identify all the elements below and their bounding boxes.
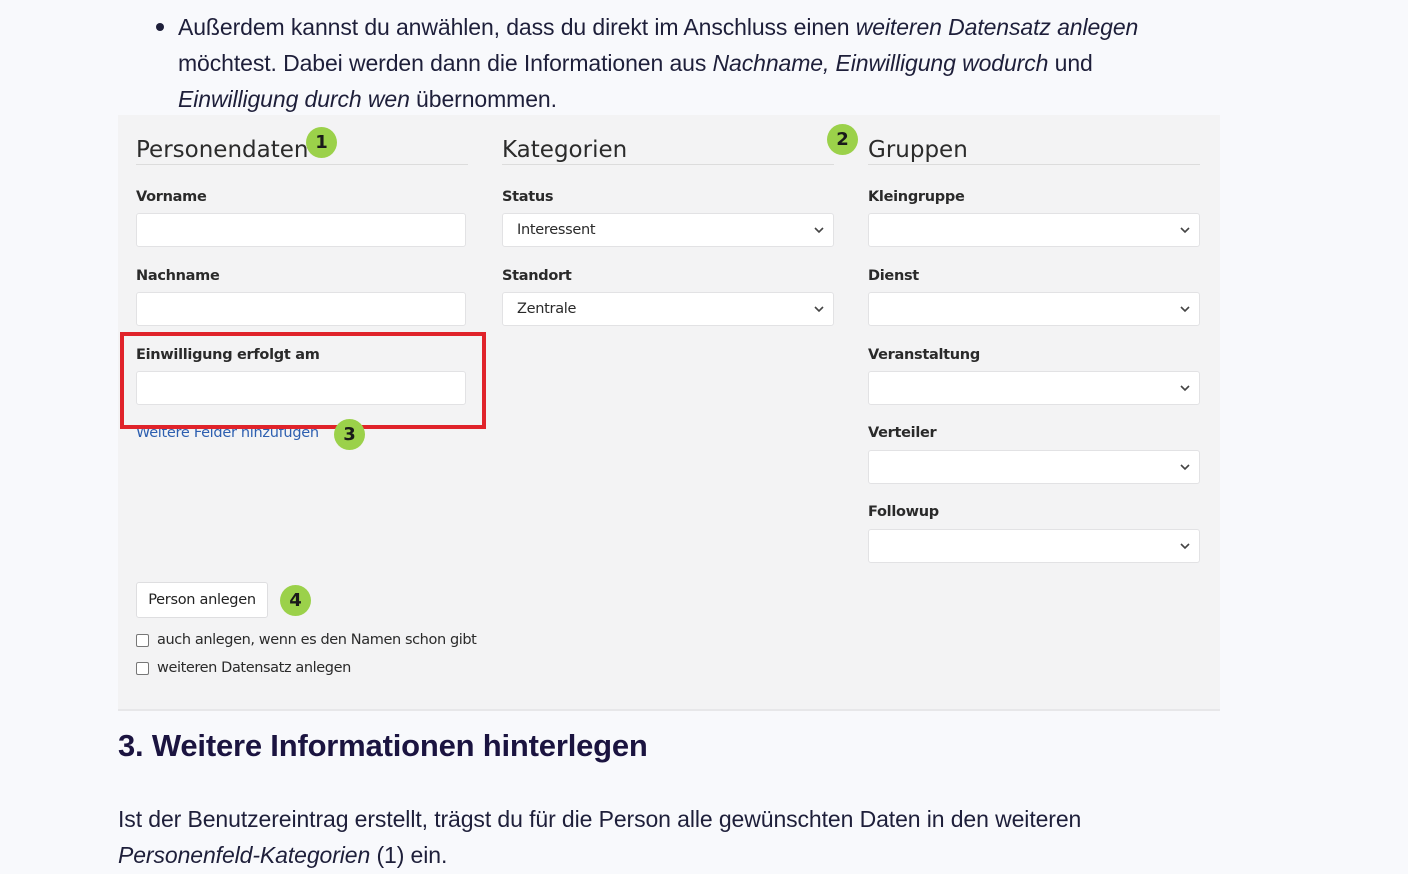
standort-select-value: Zentrale xyxy=(517,301,577,317)
step-badge-3: 3 xyxy=(334,419,365,450)
paragraph-em: Personenfeld-Kategorien xyxy=(118,842,371,868)
status-label: Status xyxy=(502,189,554,205)
followup-select[interactable] xyxy=(868,529,1200,563)
section-divider xyxy=(868,164,1200,165)
step-badge-4: 4 xyxy=(280,585,311,616)
followup-label: Followup xyxy=(868,504,939,520)
kleingruppe-select[interactable] xyxy=(868,213,1200,247)
highlight-box xyxy=(120,332,486,429)
nachname-input[interactable] xyxy=(136,292,466,326)
person-anlegen-button[interactable]: Person anlegen xyxy=(136,582,268,618)
standort-select[interactable]: Zentrale xyxy=(502,292,834,326)
chevron-down-icon xyxy=(1180,543,1190,550)
bullet-em-2: Nachname, Einwilligung wodurch xyxy=(712,50,1049,76)
dienst-select[interactable] xyxy=(868,292,1200,326)
bullet-text-2: möchtest. Dabei werden dann die Informat… xyxy=(178,50,713,76)
section-paragraph: Ist der Benutzereintrag erstellt, trägst… xyxy=(118,801,1218,873)
bullet-text: Außerdem kannst du anwählen, dass du dir… xyxy=(178,9,1138,117)
checkbox-row-duplicate: auch anlegen, wenn es den Namen schon gi… xyxy=(136,632,477,648)
chevron-down-icon xyxy=(1180,464,1190,471)
section-heading: 3. Weitere Informationen hinterlegen xyxy=(118,728,648,763)
chevron-down-icon xyxy=(814,227,824,234)
step-badge-2: 2 xyxy=(827,124,858,155)
section-divider xyxy=(502,164,834,165)
verteiler-select[interactable] xyxy=(868,450,1200,484)
bullet-text-3: und xyxy=(1048,50,1093,76)
chevron-down-icon xyxy=(1180,385,1190,392)
veranstaltung-label: Veranstaltung xyxy=(868,347,980,363)
bullet-text-1: Außerdem kannst du anwählen, dass du dir… xyxy=(178,14,856,40)
kleingruppe-label: Kleingruppe xyxy=(868,189,965,205)
standort-label: Standort xyxy=(502,268,572,284)
vorname-label: Vorname xyxy=(136,189,207,205)
section-title-personendaten: Personendaten xyxy=(136,137,309,163)
status-select[interactable]: Interessent xyxy=(502,213,834,247)
veranstaltung-select[interactable] xyxy=(868,371,1200,405)
chevron-down-icon xyxy=(1180,306,1190,313)
section-divider xyxy=(136,164,468,165)
paragraph-text-1: Ist der Benutzereintrag erstellt, trägst… xyxy=(118,806,1082,832)
another-record-checkbox-label: weiteren Datensatz anlegen xyxy=(157,660,351,676)
chevron-down-icon xyxy=(1180,227,1190,234)
section-title-kategorien: Kategorien xyxy=(502,137,628,163)
duplicate-name-checkbox[interactable] xyxy=(136,633,149,647)
step-badge-1: 1 xyxy=(306,127,337,158)
bullet-dot xyxy=(156,23,164,31)
another-record-checkbox[interactable] xyxy=(136,661,149,675)
chevron-down-icon xyxy=(814,306,824,313)
paragraph-text-2: (1) ein. xyxy=(370,842,448,868)
dienst-label: Dienst xyxy=(868,268,919,284)
checkbox-row-another: weiteren Datensatz anlegen xyxy=(136,660,351,676)
verteiler-label: Verteiler xyxy=(868,425,937,441)
duplicate-name-checkbox-label: auch anlegen, wenn es den Namen schon gi… xyxy=(157,632,477,648)
status-select-value: Interessent xyxy=(517,222,596,238)
vorname-input[interactable] xyxy=(136,213,466,247)
section-title-gruppen: Gruppen xyxy=(868,137,968,163)
form-screenshot: Personendaten 1 Vorname Nachname Einwill… xyxy=(118,115,1220,711)
bullet-text-4: übernommen. xyxy=(409,86,557,112)
nachname-label: Nachname xyxy=(136,268,220,284)
bullet-em-1: weiteren Datensatz anlegen xyxy=(855,14,1139,40)
bullet-em-3: Einwilligung durch wen xyxy=(178,86,410,112)
